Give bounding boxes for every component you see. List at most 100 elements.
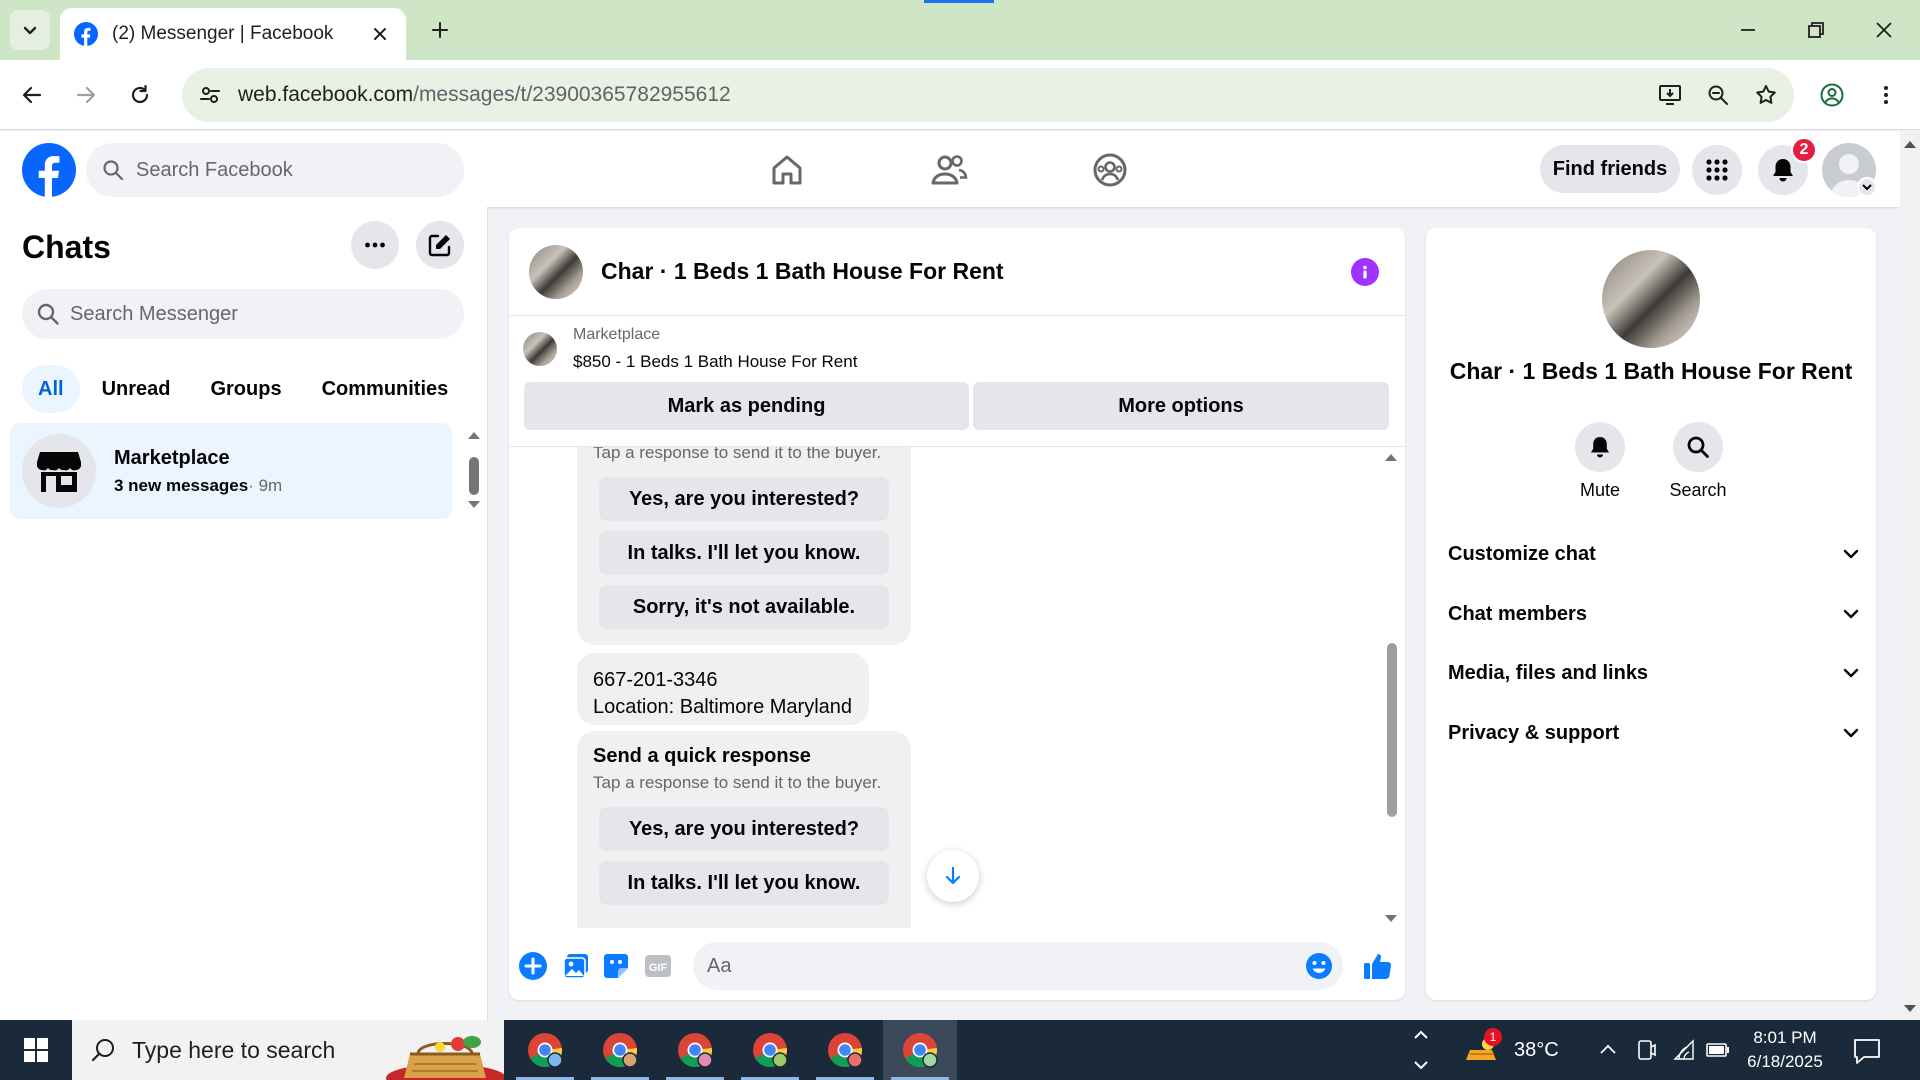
media-files-links-section[interactable]: Media, files and links [1448, 647, 1860, 699]
taskbar-chrome-6-active[interactable] [883, 1020, 957, 1080]
reload-button[interactable] [120, 75, 160, 115]
forward-button[interactable] [66, 75, 106, 115]
compose-icon [428, 234, 451, 257]
minimize-window-button[interactable] [1728, 10, 1768, 50]
messenger-search-box[interactable]: Search Messenger [22, 289, 464, 339]
facebook-search-box[interactable]: Search Facebook [86, 143, 464, 197]
gif-button[interactable]: GIF [642, 950, 674, 982]
filter-groups[interactable]: Groups [192, 365, 299, 413]
browser-tab-messenger[interactable]: (2) Messenger | Facebook [60, 8, 406, 60]
install-icon [1659, 85, 1681, 105]
search-in-conversation-button[interactable]: Search [1658, 422, 1738, 501]
chat-item-marketplace[interactable]: Marketplace 3 new messages· 9m [10, 423, 452, 519]
scroll-down-arrow-icon[interactable] [1383, 913, 1399, 925]
tab-search-button[interactable] [10, 10, 50, 50]
more-actions-button[interactable] [517, 950, 549, 982]
close-tab-icon[interactable] [368, 22, 392, 46]
mute-button[interactable]: Mute [1560, 422, 1640, 501]
customize-chat-section[interactable]: Customize chat [1448, 528, 1860, 580]
show-hidden-icons-button[interactable] [1596, 1038, 1620, 1062]
weather-widget[interactable]: 1 38°C [1462, 1020, 1559, 1080]
message-scrollbar-thumb[interactable] [1387, 643, 1397, 817]
quick-response-yes[interactable]: Yes, are you interested? [599, 807, 889, 851]
attach-photo-button[interactable] [560, 950, 592, 982]
sticker-button[interactable] [600, 950, 632, 982]
profile-button[interactable] [1812, 75, 1852, 115]
chevron-down-icon [1843, 668, 1859, 678]
mark-as-pending-button[interactable]: Mark as pending [524, 382, 969, 430]
chat-list-scrollbar[interactable] [466, 429, 482, 513]
taskbar-search-box[interactable]: Type here to search [72, 1020, 504, 1080]
scroll-up-arrow-icon[interactable] [1903, 139, 1917, 149]
address-bar[interactable]: web.facebook.com/messages/t/239003657829… [182, 68, 1794, 122]
facebook-logo-icon[interactable] [22, 143, 76, 197]
chat-item-preview: 3 new messages [114, 475, 249, 495]
taskbar-chrome-4[interactable] [733, 1020, 807, 1080]
notification-center-icon[interactable] [1852, 1036, 1882, 1066]
zoom-button[interactable] [1698, 75, 1738, 115]
filter-all[interactable]: All [22, 365, 80, 413]
find-friends-button[interactable]: Find friends [1540, 145, 1680, 193]
chrome-icon [528, 1033, 563, 1068]
taskbar-chrome-3[interactable] [658, 1020, 732, 1080]
taskbar-scroll-arrows-icon[interactable] [1410, 1024, 1432, 1076]
bookmark-button[interactable] [1746, 75, 1786, 115]
tab-loading-indicator [924, 0, 994, 3]
marketplace-listing[interactable]: Marketplace $850 - 1 Beds 1 Bath House F… [523, 326, 857, 372]
emoji-button[interactable] [1303, 950, 1335, 982]
meet-now-button[interactable] [1634, 1038, 1658, 1062]
menu-button[interactable] [1692, 145, 1742, 195]
filter-communities[interactable]: Communities [304, 365, 467, 413]
taskbar-chrome-5[interactable] [808, 1020, 882, 1080]
quick-response-in-talks[interactable]: In talks. I'll let you know. [599, 861, 889, 905]
message-scrollbar[interactable] [1383, 447, 1399, 928]
taskbar-chrome-1[interactable] [508, 1020, 582, 1080]
groups-icon [1093, 153, 1127, 187]
network-button[interactable] [1672, 1038, 1696, 1062]
nav-home[interactable] [765, 149, 809, 191]
system-clock[interactable]: 8:01 PM 6/18/2025 [1730, 1026, 1840, 1074]
account-menu-caret[interactable] [1857, 177, 1877, 197]
url-text[interactable]: web.facebook.com/messages/t/239003657829… [238, 83, 1650, 107]
photo-gallery-icon [563, 954, 588, 979]
new-tab-button[interactable] [424, 14, 456, 46]
more-options-button[interactable]: More options [973, 382, 1389, 430]
install-app-button[interactable] [1650, 75, 1690, 115]
scroll-up-arrow-icon[interactable] [1383, 451, 1399, 463]
back-button[interactable] [12, 75, 52, 115]
browser-menu-button[interactable] [1866, 75, 1906, 115]
chat-members-section[interactable]: Chat members [1448, 588, 1860, 640]
scroll-down-arrow-icon[interactable] [1903, 1004, 1917, 1014]
quick-response-in-talks[interactable]: In talks. I'll let you know. [599, 531, 889, 575]
message-input[interactable] [693, 942, 1343, 990]
site-info-button[interactable] [190, 75, 230, 115]
quick-response-not-available[interactable]: Sorry, it's not available. [599, 585, 889, 629]
filter-unread[interactable]: Unread [84, 365, 189, 413]
facebook-header: Search Facebook Find friends 2 [0, 131, 1900, 207]
chat-options-button[interactable] [351, 221, 399, 269]
chat-item-name: Marketplace [114, 446, 230, 469]
start-button[interactable] [0, 1020, 72, 1080]
arrow-down-icon [945, 866, 961, 885]
scroll-to-latest-button[interactable] [927, 850, 979, 902]
close-window-button[interactable] [1864, 10, 1904, 50]
quick-response-yes[interactable]: Yes, are you interested? [599, 477, 889, 521]
page-scrollbar[interactable] [1900, 131, 1920, 1020]
nav-friends[interactable] [927, 149, 971, 191]
chrome-icon [678, 1033, 713, 1068]
conversation-info-button[interactable] [1351, 258, 1379, 286]
battery-button[interactable] [1706, 1038, 1730, 1062]
marketplace-avatar [22, 434, 96, 508]
restore-window-button[interactable] [1796, 10, 1836, 50]
new-message-button[interactable] [416, 221, 464, 269]
taskbar-chrome-2[interactable] [583, 1020, 657, 1080]
star-icon [1756, 85, 1776, 104]
nav-groups[interactable] [1088, 149, 1132, 191]
conversation-avatar[interactable] [529, 244, 583, 299]
details-avatar[interactable] [1602, 250, 1700, 348]
chevron-down-icon [1843, 609, 1859, 619]
send-like-button[interactable] [1361, 950, 1393, 982]
windows-taskbar: Type here to search 1 38°C 8:01 PM 6/18/… [0, 1020, 1920, 1080]
privacy-support-section[interactable]: Privacy & support [1448, 707, 1860, 759]
conversation-title[interactable]: Char · 1 Beds 1 Bath House For Rent [601, 258, 1004, 285]
